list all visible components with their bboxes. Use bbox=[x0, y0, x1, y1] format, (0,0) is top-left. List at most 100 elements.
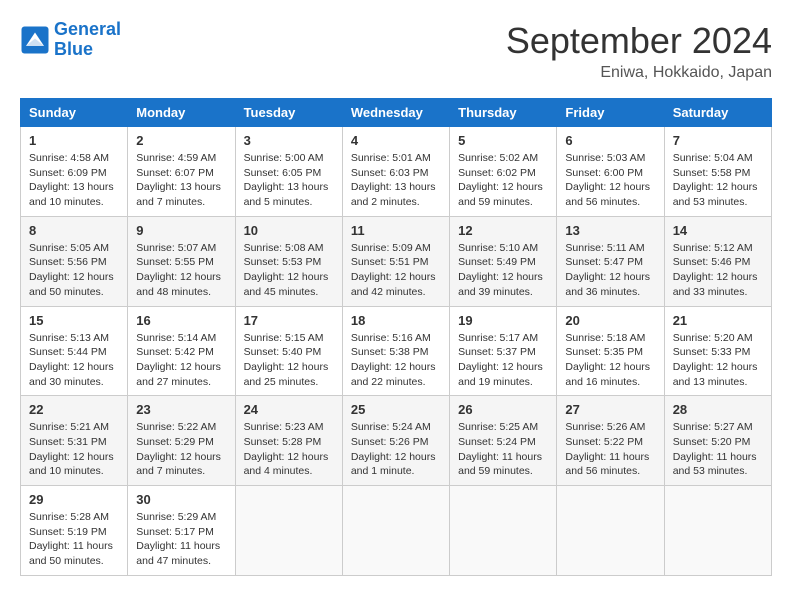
day-info: Sunrise: 5:11 AMSunset: 5:47 PMDaylight:… bbox=[565, 241, 655, 300]
day-number: 18 bbox=[351, 313, 441, 328]
calendar-day-cell: 23Sunrise: 5:22 AMSunset: 5:29 PMDayligh… bbox=[128, 396, 235, 486]
day-number: 21 bbox=[673, 313, 763, 328]
day-info: Sunrise: 5:15 AMSunset: 5:40 PMDaylight:… bbox=[244, 331, 334, 390]
calendar-day-cell: 21 Sunrise: 5:20 AMSunset: 5:33 PMDayligh… bbox=[664, 306, 771, 396]
calendar-day-cell: 6 Sunrise: 5:03 AMSunset: 6:00 PMDaylight… bbox=[557, 127, 664, 217]
day-info: Sunrise: 5:17 AMSunset: 5:37 PMDaylight:… bbox=[458, 331, 548, 390]
day-number: 20 bbox=[565, 313, 655, 328]
calendar-day-cell: 1Sunrise: 4:58 AMSunset: 6:09 PMDaylight… bbox=[21, 127, 128, 217]
calendar-week-row: 1Sunrise: 4:58 AMSunset: 6:09 PMDaylight… bbox=[21, 127, 772, 217]
calendar-week-row: 22 Sunrise: 5:21 AMSunset: 5:31 PMDayligh… bbox=[21, 396, 772, 486]
day-number: 24 bbox=[244, 402, 334, 417]
calendar-day-cell: 29 Sunrise: 5:28 AMSunset: 5:19 PMDayligh… bbox=[21, 486, 128, 576]
day-number: 28 bbox=[673, 402, 763, 417]
day-number: 14 bbox=[673, 223, 763, 238]
day-number: 25 bbox=[351, 402, 441, 417]
header: General Blue September 2024 Eniwa, Hokka… bbox=[20, 20, 772, 82]
calendar-header-row: SundayMondayTuesdayWednesdayThursdayFrid… bbox=[21, 99, 772, 127]
calendar-empty-cell bbox=[450, 486, 557, 576]
day-number: 12 bbox=[458, 223, 548, 238]
calendar-empty-cell bbox=[664, 486, 771, 576]
day-number: 6 bbox=[565, 133, 655, 148]
calendar-day-cell: 22 Sunrise: 5:21 AMSunset: 5:31 PMDayligh… bbox=[21, 396, 128, 486]
weekday-header-saturday: Saturday bbox=[664, 99, 771, 127]
calendar-day-cell: 17Sunrise: 5:15 AMSunset: 5:40 PMDayligh… bbox=[235, 306, 342, 396]
day-info: Sunrise: 5:27 AMSunset: 5:20 PMDaylight:… bbox=[673, 420, 763, 479]
day-info: Sunrise: 5:25 AMSunset: 5:24 PMDaylight:… bbox=[458, 420, 548, 479]
day-number: 4 bbox=[351, 133, 441, 148]
calendar-day-cell: 8 Sunrise: 5:05 AMSunset: 5:56 PMDaylight… bbox=[21, 216, 128, 306]
calendar-week-row: 15Sunrise: 5:13 AMSunset: 5:44 PMDayligh… bbox=[21, 306, 772, 396]
calendar-day-cell: 20 Sunrise: 5:18 AMSunset: 5:35 PMDayligh… bbox=[557, 306, 664, 396]
weekday-header-monday: Monday bbox=[128, 99, 235, 127]
day-number: 7 bbox=[673, 133, 763, 148]
day-info: Sunrise: 5:21 AMSunset: 5:31 PMDaylight:… bbox=[29, 420, 119, 479]
day-number: 26 bbox=[458, 402, 548, 417]
day-info: Sunrise: 5:05 AMSunset: 5:56 PMDaylight:… bbox=[29, 241, 119, 300]
day-info: Sunrise: 5:29 AMSunset: 5:17 PMDaylight:… bbox=[136, 510, 226, 569]
day-info: Sunrise: 5:26 AMSunset: 5:22 PMDaylight:… bbox=[565, 420, 655, 479]
day-info: Sunrise: 5:24 AMSunset: 5:26 PMDaylight:… bbox=[351, 420, 441, 479]
day-info: Sunrise: 5:13 AMSunset: 5:44 PMDaylight:… bbox=[29, 331, 119, 390]
calendar-day-cell: 18Sunrise: 5:16 AMSunset: 5:38 PMDayligh… bbox=[342, 306, 449, 396]
day-number: 5 bbox=[458, 133, 548, 148]
month-title: September 2024 bbox=[506, 20, 772, 62]
day-number: 10 bbox=[244, 223, 334, 238]
calendar-day-cell: 15Sunrise: 5:13 AMSunset: 5:44 PMDayligh… bbox=[21, 306, 128, 396]
day-info: Sunrise: 5:03 AMSunset: 6:00 PMDaylight:… bbox=[565, 151, 655, 210]
day-info: Sunrise: 5:28 AMSunset: 5:19 PMDaylight:… bbox=[29, 510, 119, 569]
day-info: Sunrise: 5:18 AMSunset: 5:35 PMDaylight:… bbox=[565, 331, 655, 390]
day-number: 22 bbox=[29, 402, 119, 417]
calendar-day-cell: 12 Sunrise: 5:10 AMSunset: 5:49 PMDayligh… bbox=[450, 216, 557, 306]
day-number: 19 bbox=[458, 313, 548, 328]
calendar-week-row: 8 Sunrise: 5:05 AMSunset: 5:56 PMDaylight… bbox=[21, 216, 772, 306]
calendar-empty-cell bbox=[235, 486, 342, 576]
calendar-day-cell: 7 Sunrise: 5:04 AMSunset: 5:58 PMDaylight… bbox=[664, 127, 771, 217]
calendar-day-cell: 27 Sunrise: 5:26 AMSunset: 5:22 PMDayligh… bbox=[557, 396, 664, 486]
day-number: 8 bbox=[29, 223, 119, 238]
weekday-header-friday: Friday bbox=[557, 99, 664, 127]
day-number: 30 bbox=[136, 492, 226, 507]
weekday-header-sunday: Sunday bbox=[21, 99, 128, 127]
day-number: 13 bbox=[565, 223, 655, 238]
weekday-header-tuesday: Tuesday bbox=[235, 99, 342, 127]
day-number: 3 bbox=[244, 133, 334, 148]
calendar-day-cell: 10 Sunrise: 5:08 AMSunset: 5:53 PMDayligh… bbox=[235, 216, 342, 306]
calendar-day-cell: 28 Sunrise: 5:27 AMSunset: 5:20 PMDayligh… bbox=[664, 396, 771, 486]
day-info: Sunrise: 5:08 AMSunset: 5:53 PMDaylight:… bbox=[244, 241, 334, 300]
calendar-week-row: 29 Sunrise: 5:28 AMSunset: 5:19 PMDayligh… bbox=[21, 486, 772, 576]
day-info: Sunrise: 5:20 AMSunset: 5:33 PMDaylight:… bbox=[673, 331, 763, 390]
day-info: Sunrise: 5:04 AMSunset: 5:58 PMDaylight:… bbox=[673, 151, 763, 210]
day-number: 2 bbox=[136, 133, 226, 148]
calendar-day-cell: 13 Sunrise: 5:11 AMSunset: 5:47 PMDayligh… bbox=[557, 216, 664, 306]
calendar-day-cell: 11Sunrise: 5:09 AMSunset: 5:51 PMDayligh… bbox=[342, 216, 449, 306]
day-number: 27 bbox=[565, 402, 655, 417]
calendar-day-cell: 4 Sunrise: 5:01 AMSunset: 6:03 PMDaylight… bbox=[342, 127, 449, 217]
calendar-day-cell: 9Sunrise: 5:07 AMSunset: 5:55 PMDaylight… bbox=[128, 216, 235, 306]
logo-line2: Blue bbox=[54, 40, 121, 60]
calendar-empty-cell bbox=[557, 486, 664, 576]
calendar-day-cell: 3Sunrise: 5:00 AMSunset: 6:05 PMDaylight… bbox=[235, 127, 342, 217]
weekday-header-wednesday: Wednesday bbox=[342, 99, 449, 127]
day-number: 1 bbox=[29, 133, 119, 148]
day-info: Sunrise: 5:01 AMSunset: 6:03 PMDaylight:… bbox=[351, 151, 441, 210]
calendar-table: SundayMondayTuesdayWednesdayThursdayFrid… bbox=[20, 98, 772, 576]
day-info: Sunrise: 4:59 AMSunset: 6:07 PMDaylight:… bbox=[136, 151, 226, 210]
day-info: Sunrise: 5:09 AMSunset: 5:51 PMDaylight:… bbox=[351, 241, 441, 300]
logo-line1: General bbox=[54, 19, 121, 39]
calendar-day-cell: 5 Sunrise: 5:02 AMSunset: 6:02 PMDaylight… bbox=[450, 127, 557, 217]
day-info: Sunrise: 5:02 AMSunset: 6:02 PMDaylight:… bbox=[458, 151, 548, 210]
logo: General Blue bbox=[20, 20, 121, 60]
day-info: Sunrise: 5:10 AMSunset: 5:49 PMDaylight:… bbox=[458, 241, 548, 300]
day-number: 29 bbox=[29, 492, 119, 507]
calendar-day-cell: 30 Sunrise: 5:29 AMSunset: 5:17 PMDayligh… bbox=[128, 486, 235, 576]
calendar-day-cell: 24Sunrise: 5:23 AMSunset: 5:28 PMDayligh… bbox=[235, 396, 342, 486]
calendar-day-cell: 16Sunrise: 5:14 AMSunset: 5:42 PMDayligh… bbox=[128, 306, 235, 396]
day-info: Sunrise: 5:14 AMSunset: 5:42 PMDaylight:… bbox=[136, 331, 226, 390]
weekday-header-thursday: Thursday bbox=[450, 99, 557, 127]
calendar-day-cell: 26 Sunrise: 5:25 AMSunset: 5:24 PMDayligh… bbox=[450, 396, 557, 486]
calendar-day-cell: 19 Sunrise: 5:17 AMSunset: 5:37 PMDayligh… bbox=[450, 306, 557, 396]
calendar-day-cell: 25 Sunrise: 5:24 AMSunset: 5:26 PMDayligh… bbox=[342, 396, 449, 486]
calendar-day-cell: 14Sunrise: 5:12 AMSunset: 5:46 PMDayligh… bbox=[664, 216, 771, 306]
title-section: September 2024 Eniwa, Hokkaido, Japan bbox=[506, 20, 772, 82]
